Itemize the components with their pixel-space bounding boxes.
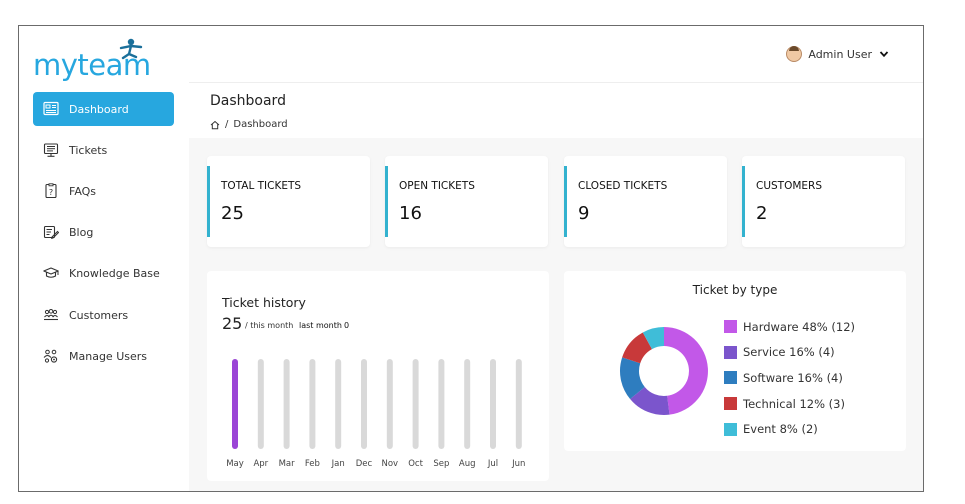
faq-icon: ? (41, 181, 61, 201)
user-menu[interactable]: Admin User (786, 46, 889, 62)
avatar (786, 46, 803, 62)
stat-value: 9 (578, 203, 590, 224)
breadcrumb-current: Dashboard (233, 119, 288, 130)
sidebar-item-label: Dashboard (69, 102, 129, 116)
history-x-tick-label: Mar (279, 459, 296, 469)
group-icon (41, 305, 61, 325)
blog-edit-icon (41, 222, 61, 242)
history-x-tick-label: Oct (408, 459, 423, 469)
ticket-by-type-title: Ticket by type (692, 283, 778, 297)
history-x-tick-label: Feb (305, 459, 320, 469)
ticket-history-chart: May Apr Mar Feb Jan Dec Nov Oct Sep Aug Jul Jun (226, 359, 525, 469)
sidebar-item-knowledge-base[interactable]: Knowledge Base (33, 256, 174, 290)
legend-label: Event 8% (2) (743, 422, 818, 437)
stat-label: CUSTOMERS (756, 180, 823, 192)
history-x-tick-label: Sep (433, 459, 449, 469)
legend-item[interactable]: Software 16% (4) (724, 365, 855, 391)
history-x-tick-label: Jun (511, 459, 525, 469)
history-bar-track (412, 359, 419, 449)
donut-slice[interactable] (664, 327, 708, 415)
sidebar-item-label: FAQs (69, 184, 97, 198)
users-settings-icon (41, 346, 61, 366)
history-x-tick-label: Nov (382, 459, 399, 469)
stat-label: TOTAL TICKETS (221, 180, 302, 192)
history-bar-track (438, 359, 445, 449)
topbar: Admin User (189, 26, 923, 82)
logo-text: myteam (33, 48, 151, 81)
svg-text:?: ? (49, 188, 53, 197)
breadcrumb: / Dashboard (210, 119, 288, 130)
page-header: Dashboard / Dashboard (189, 82, 923, 138)
history-bar-track (464, 359, 471, 449)
sidebar: myteam Dashboard Tickets ? FAQs Blog Kno… (19, 26, 189, 491)
legend-item[interactable]: Hardware 48% (12) (724, 314, 855, 340)
ticket-type-donut-chart (619, 327, 708, 415)
stat-accent-bar (207, 166, 210, 237)
history-bar[interactable] (232, 359, 238, 449)
sidebar-item-blog[interactable]: Blog (33, 215, 174, 249)
history-x-tick-label: May (226, 459, 244, 469)
sidebar-item-manage-users[interactable]: Manage Users (33, 339, 174, 373)
stat-accent-bar (564, 166, 567, 237)
history-bar-track (309, 359, 316, 449)
chevron-down-icon (879, 51, 889, 58)
legend-item[interactable]: Service 16% (4) (724, 340, 855, 366)
history-x-tick-label: Apr (253, 459, 268, 469)
history-x-tick-label: Dec (356, 459, 373, 469)
legend-label: Service 16% (4) (743, 345, 835, 360)
sidebar-item-label: Customers (69, 308, 129, 322)
history-bar-track (335, 359, 342, 449)
history-x-tick-label: Jan (331, 459, 345, 469)
ticket-icon (41, 140, 61, 160)
history-bar-track (361, 359, 367, 449)
stat-accent-bar (742, 166, 745, 237)
history-x-tick-label: Aug (459, 459, 476, 469)
page-title: Dashboard (210, 93, 286, 109)
stat-card-total-tickets: TOTAL TICKETS 25 (207, 156, 370, 247)
sidebar-item-label: Manage Users (69, 349, 147, 363)
graduation-cap-icon (41, 263, 61, 283)
legend-swatch (724, 371, 737, 385)
stat-value: 16 (399, 203, 422, 224)
stat-value: 25 (221, 203, 244, 224)
breadcrumb-separator: / (225, 119, 229, 130)
legend-label: Technical 12% (3) (743, 396, 845, 411)
history-bar-track (283, 359, 290, 449)
app-frame: myteam Dashboard Tickets ? FAQs Blog Kno… (18, 25, 924, 492)
stat-card-customers: CUSTOMERS 2 (742, 156, 905, 247)
ticket-history-card: Ticket history 25 / this month last mont… (207, 271, 549, 481)
legend-swatch (724, 320, 737, 334)
history-x-tick-label: Jul (487, 459, 498, 469)
legend-label: Hardware 48% (12) (743, 319, 856, 334)
dashboard-icon (41, 99, 61, 119)
legend-swatch (724, 345, 737, 359)
sidebar-item-label: Tickets (69, 143, 108, 157)
legend-label: Software 16% (4) (743, 370, 843, 385)
legend-swatch (724, 422, 737, 436)
legend-swatch (724, 397, 737, 411)
history-bar-track (515, 359, 522, 449)
history-bar-track (386, 359, 393, 449)
myteam-logo[interactable]: myteam (33, 35, 173, 81)
sidebar-item-label: Blog (69, 225, 94, 239)
stat-accent-bar (385, 166, 388, 237)
stat-card-closed-tickets: CLOSED TICKETS 9 (564, 156, 727, 247)
ticket-by-type-card: Ticket by type Hardware 48% (12) Service … (564, 271, 906, 451)
history-bar-track (257, 359, 264, 449)
sidebar-item-faqs[interactable]: ? FAQs (33, 174, 174, 208)
sidebar-item-label: Knowledge Base (69, 266, 160, 280)
sidebar-item-tickets[interactable]: Tickets (33, 133, 174, 167)
sidebar-item-customers[interactable]: Customers (33, 298, 174, 332)
stat-label: OPEN TICKETS (399, 180, 475, 192)
sidebar-item-dashboard[interactable]: Dashboard (33, 92, 174, 126)
history-bar-track (490, 359, 496, 449)
stat-value: 2 (756, 203, 768, 224)
user-name: Admin User (808, 47, 872, 61)
legend-item[interactable]: Technical 12% (3) (724, 391, 855, 417)
legend-item[interactable]: Event 8% (2) (724, 416, 855, 442)
ticket-type-legend: Hardware 48% (12) Service 16% (4) Software… (724, 314, 855, 442)
home-icon[interactable] (210, 120, 220, 130)
stat-label: CLOSED TICKETS (578, 180, 668, 192)
stat-card-open-tickets: OPEN TICKETS 16 (385, 156, 548, 247)
